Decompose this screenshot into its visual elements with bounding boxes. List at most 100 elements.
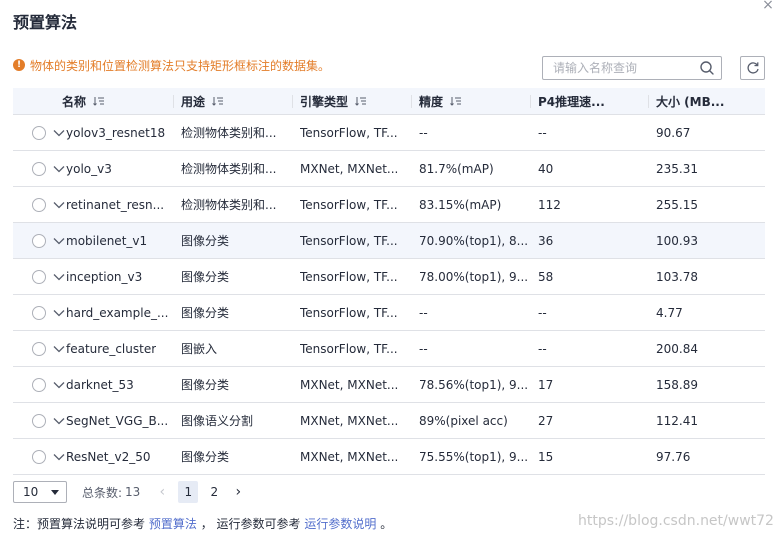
algorithm-use: 检测物体类别和... (181, 162, 277, 176)
column-header-engine[interactable]: 引擎类型 (292, 88, 411, 114)
table-row[interactable]: SegNet_VGG_B... 图像语义分割 MXNet, MXNet... 8… (13, 403, 765, 439)
dialog-title: 预置算法 (13, 13, 78, 32)
chevron-left-icon[interactable]: ‹ (152, 482, 172, 502)
chevron-down-icon[interactable] (53, 381, 65, 389)
table-row[interactable]: yolov3_resnet18 检测物体类别和... TensorFlow, T… (13, 115, 765, 151)
algorithm-engine: TensorFlow, TF... (300, 341, 398, 356)
watermark: https://blog.csdn.net/wwt72 (578, 513, 774, 529)
table-row[interactable]: inception_v3 图像分类 TensorFlow, TF... 78.0… (13, 259, 765, 295)
page-size-value: 10 (23, 485, 39, 499)
table-row[interactable]: retinanet_resn... 检测物体类别和... TensorFlow,… (13, 187, 765, 223)
row-radio[interactable] (32, 233, 46, 248)
algorithm-name: hard_example_... (66, 305, 169, 320)
algorithm-size: 103.78 (656, 269, 698, 284)
algorithm-size: 90.67 (656, 125, 691, 140)
footnote-middle: ， 运行参数可参考 (200, 517, 301, 531)
row-radio[interactable] (32, 269, 46, 284)
sort-icon[interactable] (355, 96, 367, 106)
algorithm-name: feature_cluster (66, 341, 157, 356)
row-radio[interactable] (32, 161, 46, 176)
table-row[interactable]: darknet_53 图像分类 MXNet, MXNet... 78.56%(t… (13, 367, 765, 403)
row-radio[interactable] (32, 449, 46, 464)
algorithm-engine: TensorFlow, TF... (300, 305, 398, 320)
search-input[interactable] (553, 61, 699, 75)
algorithm-engine: TensorFlow, TF... (300, 269, 398, 284)
algorithm-engine: TensorFlow, TF... (300, 197, 398, 212)
algorithm-engine: MXNet, MXNet... (300, 413, 399, 428)
algorithm-p4-speed: -- (538, 341, 547, 356)
algorithm-p4-speed: 40 (538, 161, 554, 176)
row-radio[interactable] (32, 341, 46, 356)
page-size-select[interactable]: 10 (13, 481, 67, 503)
pagination: 10 总条数: 13 ‹ 1 2 › (13, 481, 248, 503)
algorithm-name: ResNet_v2_50 (66, 449, 151, 464)
table-row[interactable]: hard_example_... 图像分类 TensorFlow, TF... … (13, 295, 765, 331)
algorithm-name: yolo_v3 (66, 161, 112, 176)
algorithm-engine: TensorFlow, TF... (300, 233, 398, 248)
algorithm-size: 100.93 (656, 233, 698, 248)
algorithm-engine: MXNet, MXNet... (300, 161, 399, 176)
algorithm-p4-speed: 58 (538, 269, 554, 284)
column-header-name[interactable]: 名称 (13, 88, 173, 114)
notice-banner: ! 物体的类别和位置检测算法只支持矩形框标注的数据集。 (13, 57, 330, 73)
sort-icon[interactable] (450, 96, 462, 106)
algorithm-name: yolov3_resnet18 (66, 125, 166, 140)
sort-icon[interactable] (212, 96, 224, 106)
algorithm-engine: MXNet, MXNet... (300, 449, 399, 464)
row-radio[interactable] (32, 413, 46, 428)
column-header-accuracy[interactable]: 精度 (411, 88, 530, 114)
notice-text: 物体的类别和位置检测算法只支持矩形框标注的数据集。 (30, 58, 331, 73)
algorithm-accuracy: 83.15%(mAP) (419, 197, 502, 212)
algorithm-p4-speed: 17 (538, 377, 554, 392)
total-count: 13 (125, 485, 141, 499)
chevron-down-icon[interactable] (53, 165, 65, 173)
page-number-1[interactable]: 1 (178, 481, 199, 503)
chevron-down-icon[interactable] (53, 417, 65, 425)
algorithm-accuracy: 89%(pixel acc) (419, 413, 508, 428)
row-radio[interactable] (32, 197, 46, 212)
algorithm-p4-speed: 27 (538, 413, 554, 428)
refresh-button[interactable] (740, 56, 765, 80)
chevron-down-icon[interactable] (53, 453, 65, 461)
chevron-down-icon[interactable] (53, 201, 65, 209)
preset-algorithm-link[interactable]: 预置算法 (149, 517, 197, 531)
algorithm-use: 图像分类 (181, 234, 230, 248)
algorithm-use: 检测物体类别和... (181, 126, 277, 140)
algorithm-size: 97.76 (656, 449, 691, 464)
column-header-p4-speed: P4推理速... (530, 88, 648, 114)
table-row[interactable]: ResNet_v2_50 图像分类 MXNet, MXNet... 75.55%… (13, 439, 765, 475)
chevron-down-icon[interactable] (53, 237, 65, 245)
footnote-prefix: 注：预置算法说明可参考 (13, 517, 146, 531)
algorithm-engine: MXNet, MXNet... (300, 377, 399, 392)
chevron-down-icon[interactable] (53, 309, 65, 317)
close-icon[interactable]: × (760, 0, 776, 13)
algorithm-name: inception_v3 (66, 269, 143, 284)
footnote-suffix: 。 (380, 517, 393, 531)
sort-icon[interactable] (93, 96, 105, 106)
algorithm-use: 检测物体类别和... (181, 198, 277, 212)
table-row[interactable]: mobilenet_v1 图像分类 TensorFlow, TF... 70.9… (13, 223, 765, 259)
algorithm-name: darknet_53 (66, 377, 134, 392)
column-header-use[interactable]: 用途 (173, 88, 292, 114)
algorithm-size: 4.77 (656, 305, 683, 320)
row-radio[interactable] (32, 377, 46, 392)
table-row[interactable]: feature_cluster 图嵌入 TensorFlow, TF... --… (13, 331, 765, 367)
algorithm-size: 255.15 (656, 197, 698, 212)
chevron-down-icon[interactable] (53, 129, 65, 137)
page-number-2[interactable]: 2 (204, 481, 224, 503)
table-row[interactable]: yolo_v3 检测物体类别和... MXNet, MXNet... 81.7%… (13, 151, 765, 187)
chevron-down-icon[interactable] (53, 273, 65, 281)
algorithm-use: 图像分类 (181, 450, 230, 464)
search-box[interactable] (542, 56, 722, 80)
chevron-down-icon[interactable] (53, 345, 65, 353)
algorithm-use: 图嵌入 (181, 342, 218, 356)
algorithm-name: mobilenet_v1 (66, 233, 148, 248)
algorithm-accuracy: -- (419, 125, 428, 140)
search-icon[interactable] (699, 60, 715, 76)
algorithm-engine: TensorFlow, TF... (300, 125, 398, 140)
run-params-link[interactable]: 运行参数说明 (304, 517, 376, 531)
chevron-right-icon[interactable]: › (228, 482, 248, 502)
row-radio[interactable] (32, 125, 46, 140)
row-radio[interactable] (32, 305, 46, 320)
algorithm-p4-speed: 36 (538, 233, 554, 248)
